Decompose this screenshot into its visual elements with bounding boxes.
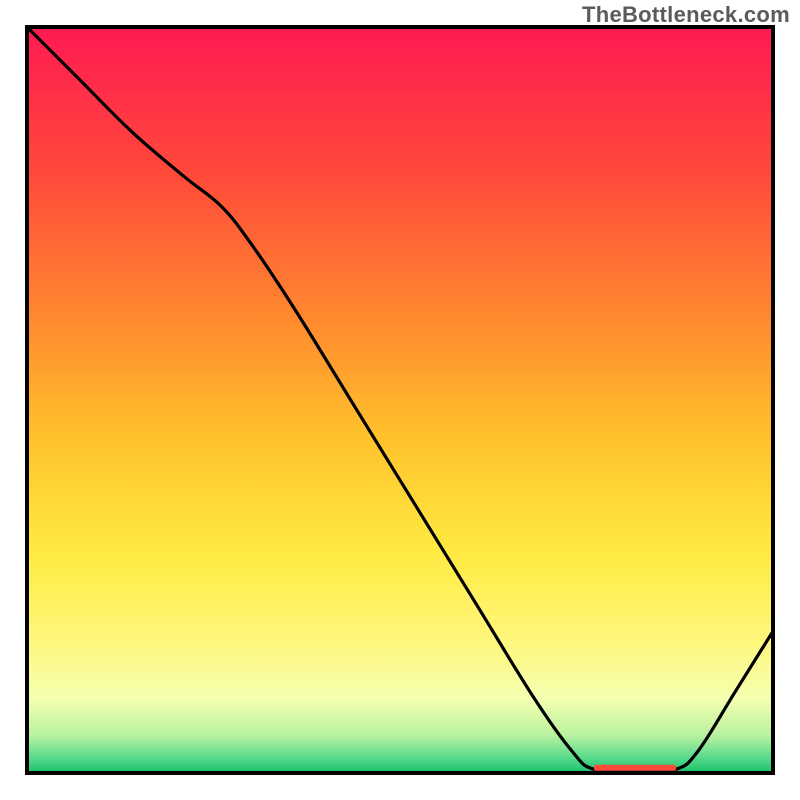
chart-canvas (0, 0, 800, 800)
chart-stage: TheBottleneck.com (0, 0, 800, 800)
flat-segment-marker (594, 765, 676, 771)
watermark-text: TheBottleneck.com (582, 2, 790, 28)
